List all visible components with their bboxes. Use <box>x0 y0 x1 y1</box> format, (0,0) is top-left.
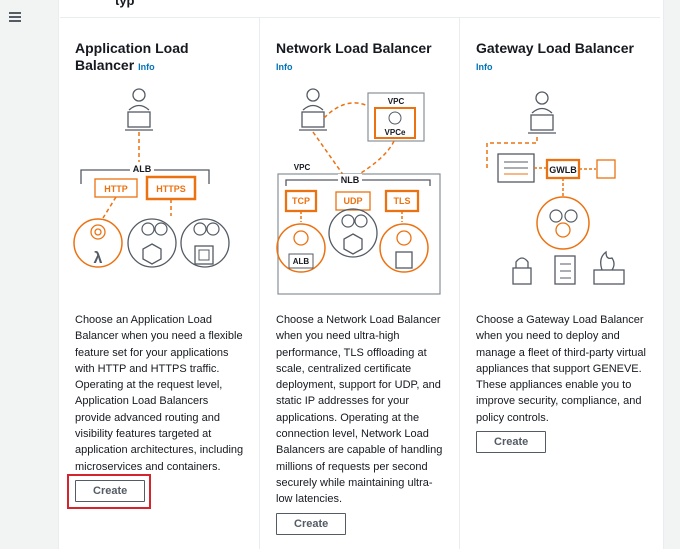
nlb-diagram-vpc-label: VPC <box>294 163 311 172</box>
gwlb-title: Gateway Load Balancer Info <box>476 40 656 76</box>
section-heading-clipped: typ <box>115 0 135 8</box>
nlb-diagram-vpce-label: VPCe <box>385 128 406 137</box>
nlb-description: Choose a Network Load Balancer when you … <box>276 314 443 506</box>
alb-title: Application Load Balancer Info <box>75 40 255 76</box>
nlb-create-button[interactable]: Create <box>276 513 347 535</box>
hamburger-menu-icon[interactable] <box>9 12 21 24</box>
alb-title-text: Application Load Balancer <box>75 40 189 73</box>
alb-diagram-http-label: HTTP <box>104 184 128 194</box>
nlb-diagram-tls-label: TLS <box>394 196 411 206</box>
alb-card: Application Load Balancer Info ALB HTTP H… <box>59 18 259 549</box>
nlb-title-text: Network Load Balancer <box>276 40 432 56</box>
gwlb-diagram: GWLB <box>486 91 625 285</box>
alb-info-link[interactable]: Info <box>138 62 155 72</box>
sidebar <box>0 0 33 549</box>
gwlb-info-link[interactable]: Info <box>476 59 656 76</box>
gwlb-description: Choose a Gateway Load Balancer when you … <box>476 314 646 424</box>
gwlb-diagram-gwlb-label: GWLB <box>549 165 577 175</box>
nlb-title: Network Load Balancer Info <box>276 40 456 76</box>
nlb-info-link[interactable]: Info <box>276 59 456 76</box>
svg-text:λ: λ <box>94 250 103 267</box>
alb-description: Choose an Application Load Balancer when… <box>75 314 244 473</box>
nlb-diagram-alb-label: ALB <box>293 257 310 266</box>
nlb-diagram-tcp-label: TCP <box>292 196 310 206</box>
alb-diagram-alb-label: ALB <box>133 164 152 174</box>
create-button-highlight <box>67 474 151 509</box>
gwlb-title-text: Gateway Load Balancer <box>476 40 634 56</box>
nlb-diagram-nlb-label: NLB <box>341 175 360 185</box>
nlb-card: Network Load Balancer Info VPC VPCe VPC … <box>259 18 460 549</box>
nlb-diagram-vpc-top-label: VPC <box>388 97 405 106</box>
gwlb-create-button[interactable]: Create <box>476 431 547 453</box>
alb-diagram: ALB HTTP HTTPS λ <box>73 88 230 268</box>
nlb-diagram-udp-label: UDP <box>343 196 362 206</box>
nlb-diagram: VPC VPCe VPC NLB TCP UDP TLS ALB <box>276 88 441 295</box>
alb-diagram-https-label: HTTPS <box>156 184 186 194</box>
gwlb-card: Gateway Load Balancer Info GWLB Choose a… <box>459 18 660 549</box>
